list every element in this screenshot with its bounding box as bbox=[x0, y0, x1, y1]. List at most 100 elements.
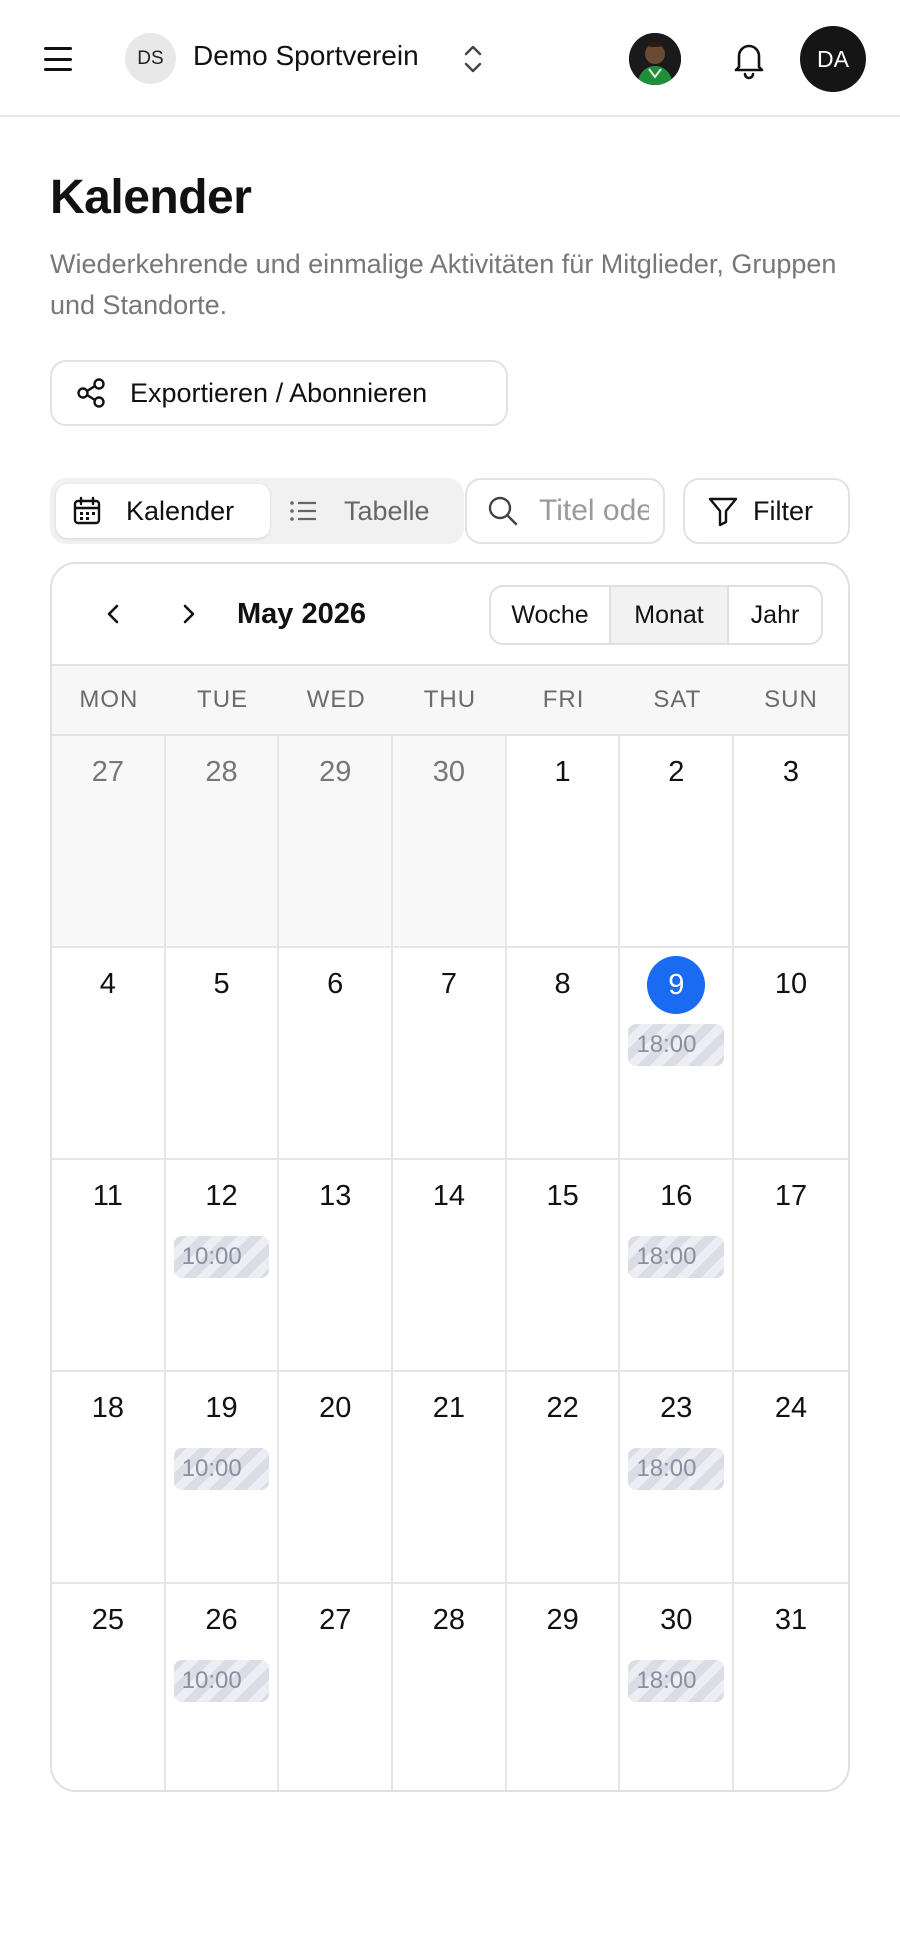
page-description: Wiederkehrende und einmalige Aktivitäten… bbox=[50, 249, 837, 320]
event-chip[interactable]: 10:00 bbox=[173, 1448, 270, 1490]
day-number: 20 bbox=[319, 1392, 352, 1424]
weekday-label: MON bbox=[79, 686, 139, 713]
calendar-day[interactable]: 3 bbox=[734, 736, 848, 946]
day-number: 29 bbox=[546, 1604, 579, 1636]
view-toggle: Kalender Tabelle bbox=[50, 478, 464, 544]
calendar-day[interactable]: 1 bbox=[506, 736, 621, 946]
event-chip[interactable]: 18:00 bbox=[628, 1024, 725, 1066]
day-number: 6 bbox=[327, 968, 344, 1000]
calendar-day[interactable]: 24 bbox=[734, 1372, 848, 1582]
calendar-day[interactable]: 31 bbox=[734, 1584, 848, 1790]
calendar-day[interactable]: 30 18:00 bbox=[620, 1584, 735, 1790]
calendar-day-outside-month[interactable]: 28 bbox=[165, 736, 280, 946]
calendar-day[interactable]: 15 bbox=[506, 1160, 621, 1370]
event-chip[interactable]: 18:00 bbox=[628, 1236, 725, 1278]
day-number: 26 bbox=[205, 1604, 238, 1636]
menu-icon[interactable] bbox=[42, 44, 74, 74]
event-chip[interactable]: 18:00 bbox=[628, 1660, 725, 1702]
calendar-day[interactable]: 22 bbox=[506, 1372, 621, 1582]
day-number: 12 bbox=[205, 1180, 238, 1212]
calendar-day[interactable]: 23 18:00 bbox=[620, 1372, 735, 1582]
calendar-day[interactable]: 26 10:00 bbox=[165, 1584, 280, 1790]
calendar-day[interactable]: 11 bbox=[52, 1160, 166, 1370]
day-number: 5 bbox=[213, 968, 230, 1000]
calendar-day[interactable]: 25 bbox=[52, 1584, 166, 1790]
day-number: 30 bbox=[660, 1604, 693, 1636]
filter-icon bbox=[708, 497, 738, 527]
event-chip[interactable]: 18:00 bbox=[628, 1448, 725, 1490]
calendar-day[interactable]: 28 bbox=[393, 1584, 507, 1790]
view-calendar-label: Kalender bbox=[126, 495, 235, 526]
search-icon bbox=[488, 496, 518, 526]
calendar-week-row: 11 12 10:00 13 14 15 16 18:00 17 bbox=[52, 1160, 848, 1372]
calendar-day[interactable]: 16 18:00 bbox=[620, 1160, 735, 1370]
weekday-label: WED bbox=[306, 686, 366, 713]
month-label: May 2026 bbox=[237, 598, 366, 630]
day-number: 22 bbox=[546, 1392, 579, 1424]
calendar-day[interactable]: 29 bbox=[506, 1584, 621, 1790]
calendar-day[interactable]: 21 bbox=[393, 1372, 507, 1582]
calendar-day[interactable]: 13 bbox=[279, 1160, 394, 1370]
calendar-day[interactable]: 18 bbox=[52, 1372, 166, 1582]
day-number: 31 bbox=[774, 1604, 808, 1636]
weekday-label: SAT bbox=[653, 686, 702, 713]
list-icon bbox=[290, 501, 316, 521]
day-number: 15 bbox=[546, 1180, 579, 1212]
search-input[interactable] bbox=[539, 494, 649, 528]
org-name[interactable]: Demo Sportverein bbox=[193, 40, 419, 72]
calendar-day[interactable]: 6 bbox=[279, 948, 394, 1158]
next-month-button[interactable] bbox=[168, 594, 208, 634]
calendar-day-outside-month[interactable]: 29 bbox=[279, 736, 394, 946]
export-subscribe-label: Exportieren / Abonnieren bbox=[130, 377, 428, 408]
calendar-day[interactable]: 5 bbox=[165, 948, 280, 1158]
event-chip[interactable]: 10:00 bbox=[173, 1660, 270, 1702]
calendar-day[interactable]: 8 bbox=[506, 948, 621, 1158]
view-table-option[interactable]: Tabelle bbox=[278, 484, 460, 538]
weekday-label: THU bbox=[423, 686, 477, 713]
calendar-day[interactable]: 7 bbox=[393, 948, 507, 1158]
day-number: 17 bbox=[774, 1180, 808, 1212]
day-number: 14 bbox=[432, 1180, 466, 1212]
bell-icon[interactable] bbox=[730, 38, 768, 80]
range-week-button[interactable]: Woche bbox=[491, 587, 611, 643]
calendar-icon bbox=[73, 496, 101, 525]
calendar-day[interactable]: 17 bbox=[734, 1160, 848, 1370]
calendar-day[interactable]: 27 bbox=[279, 1584, 394, 1790]
calendar-grid: 27 28 29 30 1 2 3 4 5 6 7 8 9 18:00 10 11 12 10:00 13 14 15 1… bbox=[52, 736, 848, 1790]
calendar-day[interactable]: 2 bbox=[620, 736, 735, 946]
org-avatar[interactable]: DS bbox=[125, 33, 176, 84]
day-number: 18 bbox=[91, 1392, 124, 1424]
event-chip[interactable]: 10:00 bbox=[173, 1236, 270, 1278]
calendar-day[interactable]: 12 10:00 bbox=[165, 1160, 280, 1370]
calendar-day[interactable]: 19 10:00 bbox=[165, 1372, 280, 1582]
day-number: 24 bbox=[774, 1392, 808, 1424]
calendar-day[interactable]: 9 18:00 bbox=[620, 948, 735, 1158]
page-title: Kalender bbox=[50, 171, 252, 224]
user-avatar[interactable]: DA bbox=[800, 26, 866, 92]
day-number: 2 bbox=[668, 756, 685, 788]
profile-photo-avatar[interactable] bbox=[629, 33, 681, 85]
calendar-day[interactable]: 14 bbox=[393, 1160, 507, 1370]
day-number: 27 bbox=[91, 756, 124, 788]
range-year-button[interactable]: Jahr bbox=[729, 587, 821, 643]
calendar-day-outside-month[interactable]: 27 bbox=[52, 736, 166, 946]
day-number: 28 bbox=[205, 756, 238, 788]
calendar-day[interactable]: 10 bbox=[734, 948, 848, 1158]
calendar-day[interactable]: 4 bbox=[52, 948, 166, 1158]
calendar-day[interactable]: 20 bbox=[279, 1372, 394, 1582]
previous-month-button[interactable] bbox=[94, 594, 134, 634]
view-calendar-option[interactable]: Kalender bbox=[56, 484, 270, 538]
search-box bbox=[465, 478, 665, 544]
day-number: 10 bbox=[774, 968, 808, 1000]
day-number: 29 bbox=[319, 756, 352, 788]
chevron-left-icon bbox=[107, 604, 119, 624]
calendar-card: May 2026 Woche Monat Jahr MON TUE WED TH… bbox=[50, 562, 850, 1792]
range-month-button[interactable]: Monat bbox=[611, 587, 729, 643]
weekday-label: FRI bbox=[542, 686, 585, 713]
share-icon bbox=[77, 378, 105, 408]
calendar-day-outside-month[interactable]: 30 bbox=[393, 736, 507, 946]
filter-button[interactable]: Filter bbox=[683, 478, 850, 544]
weekday-header: MON TUE WED THU FRI SAT SUN bbox=[52, 666, 848, 736]
export-subscribe-button[interactable]: Exportieren / Abonnieren bbox=[50, 360, 508, 426]
chevron-up-down-icon[interactable] bbox=[460, 42, 486, 76]
